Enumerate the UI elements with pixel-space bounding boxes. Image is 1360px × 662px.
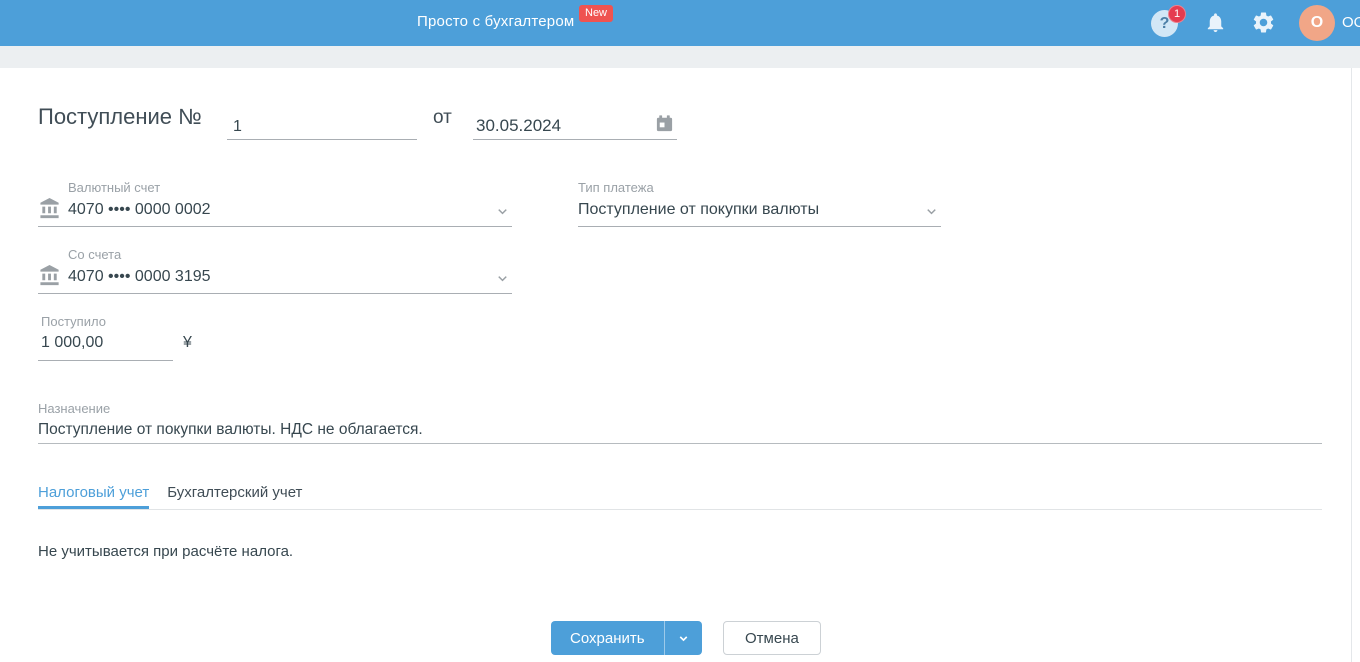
from-account-select[interactable]: Со счета 4070 •••• 0000 3195 (38, 243, 512, 294)
scroll-gutter-divider (1351, 68, 1352, 662)
tab-panel-text: Не учитывается при расчёте налога. (38, 543, 294, 560)
avatar[interactable]: О (1299, 5, 1335, 41)
account-name[interactable]: ОО (1342, 14, 1360, 31)
tab-tax-accounting[interactable]: Налоговый учет (38, 482, 149, 509)
amount-field[interactable]: Поступило (38, 310, 173, 361)
document-date-input[interactable] (473, 116, 643, 136)
top-bar: Просто с бухгалтером New ? 1 О ОО (0, 0, 1360, 46)
chevron-down-icon[interactable] (495, 204, 510, 224)
purpose-input[interactable] (38, 421, 1322, 439)
amount-input[interactable] (41, 334, 166, 352)
purpose-field[interactable]: Назначение (38, 397, 1322, 444)
currency-account-value[interactable]: 4070 •••• 0000 0002 (68, 201, 211, 219)
chevron-down-icon[interactable] (924, 204, 939, 224)
currency-symbol: ¥ (183, 334, 192, 351)
help-button[interactable]: ? 1 (1151, 5, 1187, 39)
from-account-value[interactable]: 4070 •••• 0000 3195 (68, 268, 211, 286)
amount-label: Поступило (41, 314, 106, 329)
app-window: Просто с бухгалтером New ? 1 О ОО Поступ… (0, 0, 1360, 662)
payment-type-value[interactable]: Поступление от покупки валюты (578, 201, 819, 219)
new-badge: New (579, 5, 614, 22)
tab-bookkeeping[interactable]: Бухгалтерский учет (167, 482, 302, 509)
bell-icon[interactable] (1204, 11, 1227, 34)
calendar-icon[interactable] (655, 114, 674, 138)
currency-account-select[interactable]: Валютный счет 4070 •••• 0000 0002 (38, 176, 512, 227)
save-button[interactable]: Сохранить (551, 621, 664, 655)
help-notification-badge: 1 (1168, 5, 1186, 23)
cancel-button[interactable]: Отмена (723, 621, 821, 655)
bank-icon (38, 264, 62, 292)
document-date-field[interactable] (473, 110, 677, 140)
page-title: Поступление № (38, 104, 202, 129)
bank-icon (38, 197, 62, 225)
save-options-chevron-icon[interactable] (665, 621, 702, 655)
document-number-input[interactable] (227, 118, 417, 136)
gear-icon[interactable] (1251, 10, 1276, 35)
document-number-field[interactable] (227, 110, 417, 140)
from-account-label: Со счета (68, 247, 122, 262)
app-title: Просто с бухгалтером (417, 13, 575, 30)
currency-account-label: Валютный счет (68, 180, 161, 195)
subheader-strip (0, 46, 1360, 68)
save-split-button[interactable]: Сохранить (551, 621, 702, 655)
payment-type-label: Тип платежа (578, 180, 654, 195)
chevron-down-icon[interactable] (495, 271, 510, 291)
tab-bar: Налоговый учет Бухгалтерский учет (38, 482, 1322, 510)
date-preposition-label: от (433, 107, 452, 128)
payment-type-select[interactable]: Тип платежа Поступление от покупки валют… (578, 176, 941, 227)
purpose-label: Назначение (38, 401, 111, 416)
